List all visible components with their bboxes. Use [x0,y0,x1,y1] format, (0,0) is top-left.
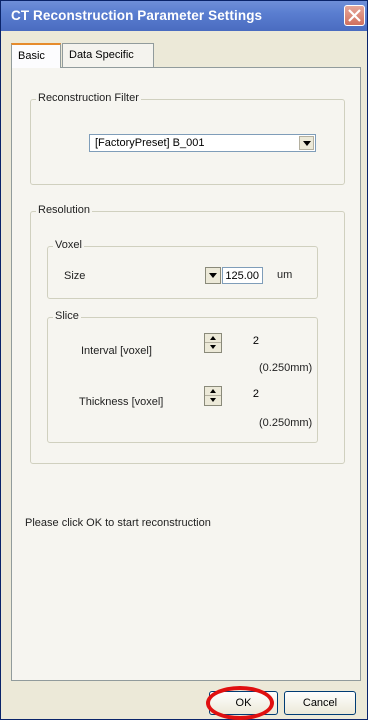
reconstruction-filter-select[interactable]: [FactoryPreset] B_001 [89,134,316,152]
thickness-spinner[interactable] [204,386,222,406]
interval-down-button[interactable] [205,343,221,352]
interval-up-button[interactable] [205,334,221,343]
chevron-down-icon [209,273,217,278]
instruction-text: Please click OK to start reconstruction [25,517,211,529]
arrow-down-icon [210,398,216,402]
reconstruction-filter-legend: Reconstruction Filter [36,92,141,104]
voxel-size-unit: um [277,269,293,281]
arrow-up-icon [210,336,216,340]
thickness-input[interactable]: 2 [223,386,261,406]
cancel-button[interactable]: Cancel [284,691,356,715]
ok-highlight-circle [206,686,274,720]
resolution-legend: Resolution [36,204,92,216]
thickness-mm: (0.250mm) [259,417,313,429]
interval-input[interactable]: 2 [223,333,261,353]
voxel-size-input[interactable]: 125.00 [222,267,263,284]
thickness-down-button[interactable] [205,396,221,405]
arrow-down-icon [210,345,216,349]
reconstruction-filter-value: [FactoryPreset] B_001 [95,137,205,149]
interval-mm: (0.250mm) [259,362,313,374]
close-button[interactable] [344,5,365,26]
window-title: CT Reconstruction Parameter Settings [11,8,263,23]
tab-basic[interactable]: Basic [11,43,61,68]
interval-spinner[interactable] [204,333,222,353]
title-bar[interactable]: CT Reconstruction Parameter Settings [1,1,367,31]
chevron-down-icon [303,141,311,146]
voxel-size-dropdown[interactable] [205,267,221,284]
slice-legend: Slice [53,310,81,322]
dialog-window: CT Reconstruction Parameter Settings Bas… [0,0,368,720]
close-icon [348,9,361,22]
interval-label: Interval [voxel] [81,345,152,357]
voxel-size-label: Size [64,270,86,282]
tab-data-specific[interactable]: Data Specific [62,43,154,67]
filter-dropdown-button[interactable] [299,136,314,150]
thickness-up-button[interactable] [205,387,221,396]
tab-strip: Basic Data Specific [11,43,361,68]
arrow-up-icon [210,389,216,393]
thickness-label: Thickness [voxel] [79,396,164,408]
voxel-legend: Voxel [53,239,84,251]
